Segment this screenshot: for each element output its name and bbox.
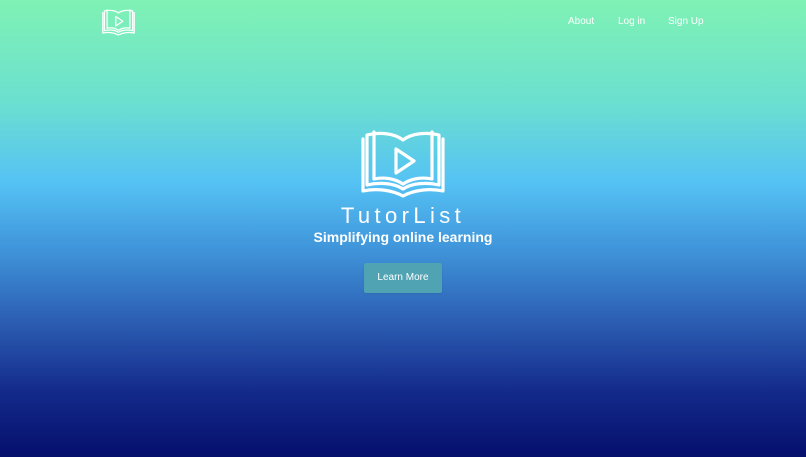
nav-links: About Log in Sign Up	[0, 15, 806, 31]
hero-title: TutorList	[340, 203, 466, 228]
learn-more-button[interactable]: Learn More	[364, 263, 442, 293]
nav-link-about[interactable]: About	[568, 15, 594, 29]
nav-link-login[interactable]: Log in	[618, 15, 645, 29]
book-play-icon	[361, 127, 445, 199]
nav-link-signup[interactable]: Sign Up	[668, 15, 704, 29]
hero-subtitle: Simplifying online learning	[313, 229, 493, 245]
